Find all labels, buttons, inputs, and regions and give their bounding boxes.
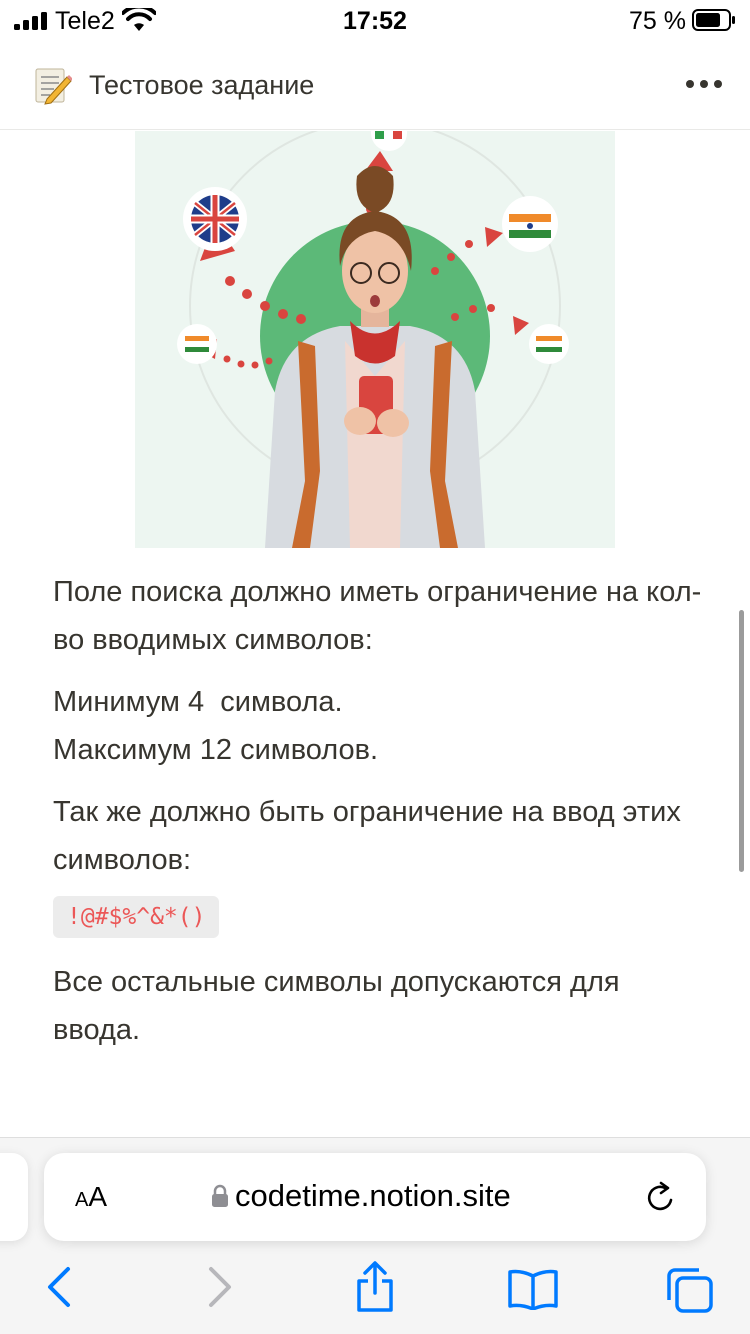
- lock-icon: [212, 1184, 228, 1207]
- page-title: Тестовое задание: [89, 70, 315, 100]
- address-bar[interactable]: AA codetime.notion.site: [44, 1153, 706, 1241]
- safari-bottom-bar: AA codetime.notion.site: [0, 1137, 750, 1334]
- back-icon: [48, 1267, 70, 1307]
- india-flag-icon: [502, 196, 558, 252]
- scrollbar[interactable]: [739, 610, 744, 872]
- tabs-icon: [667, 1268, 713, 1313]
- india-flag-icon: [177, 324, 217, 364]
- previous-tab-preview[interactable]: [0, 1153, 28, 1241]
- battery-icon: [692, 9, 735, 31]
- forward-button[interactable]: [205, 1265, 235, 1315]
- india-flag-icon: [529, 324, 569, 364]
- min-chars-line: Минимум 4 символа.: [53, 686, 343, 718]
- page-content: Поле поиска должно иметь ограничение на …: [53, 568, 713, 1068]
- url-text[interactable]: codetime.notion.site: [235, 1178, 511, 1214]
- more-horizontal-icon: [686, 80, 694, 88]
- code-chip: !@#$%^&*(): [53, 888, 713, 958]
- back-button[interactable]: [44, 1265, 74, 1315]
- status-bar: Tele2 17:52 75 %: [0, 0, 750, 40]
- paragraph-allowed-chars: Все остальные символы допускаются для вв…: [53, 966, 620, 1046]
- forward-icon: [209, 1267, 231, 1307]
- tabs-button[interactable]: [665, 1266, 715, 1316]
- reload-icon[interactable]: [644, 1181, 678, 1215]
- battery-percentage: 75 %: [629, 7, 686, 35]
- bookmarks-button[interactable]: [507, 1268, 559, 1318]
- max-chars-line: Максимум 12 символов.: [53, 734, 379, 766]
- paragraph-search-limit: Поле поиска должно иметь ограничение на …: [53, 576, 702, 656]
- memo-pencil-icon: [35, 68, 72, 105]
- uk-flag-icon: [183, 187, 247, 251]
- text-size-button[interactable]: AA: [75, 1181, 107, 1213]
- more-options-button[interactable]: [684, 74, 724, 94]
- notion-page-header: Тестовое задание: [0, 40, 750, 130]
- share-button[interactable]: [354, 1261, 396, 1312]
- paragraph-restricted-chars: Так же должно быть ограничение на ввод э…: [53, 796, 681, 876]
- woman-illustration: [265, 166, 485, 548]
- restricted-chars-code: !@#$%^&*(): [53, 896, 220, 938]
- hero-image: [135, 131, 615, 548]
- bookmarks-icon: [508, 1269, 558, 1310]
- italy-flag-icon: [371, 131, 407, 151]
- share-icon: [357, 1261, 393, 1312]
